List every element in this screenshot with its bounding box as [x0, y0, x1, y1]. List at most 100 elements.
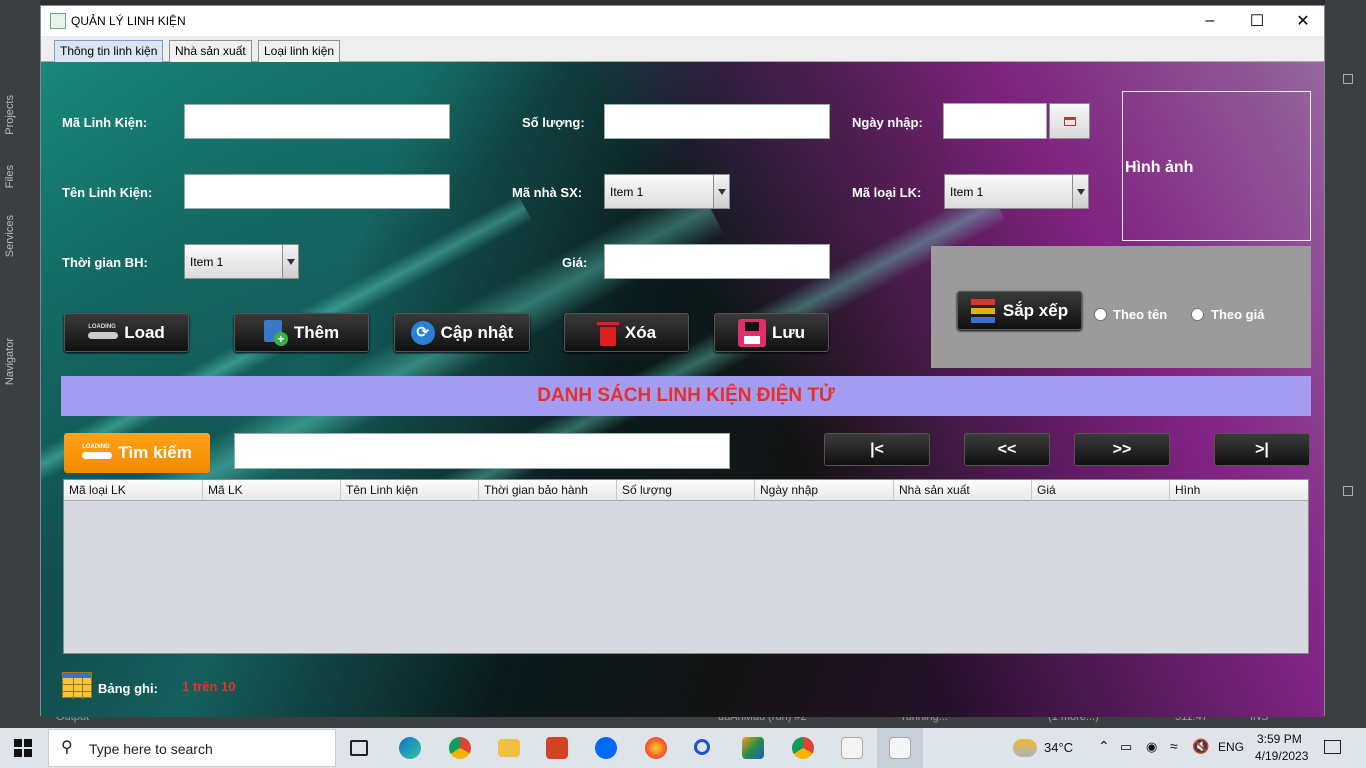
column-header[interactable]: Tên Linh kiện: [341, 480, 479, 501]
java-icon[interactable]: [841, 737, 863, 759]
column-header[interactable]: Mã LK: [203, 480, 341, 501]
cap-nhat-button[interactable]: ⟳ Cập nhật: [394, 313, 530, 352]
title-bar: QUẢN LÝ LINH KIỆN – ☐ ✕: [41, 6, 1324, 36]
column-header[interactable]: Nhà sản xuất: [894, 480, 1032, 501]
column-header[interactable]: Số lượng: [617, 480, 755, 501]
loading-icon: LOADING: [88, 324, 119, 342]
records-icon: [62, 672, 92, 699]
task-view-icon[interactable]: [350, 740, 368, 756]
battery-icon[interactable]: ▭: [1120, 739, 1132, 755]
chrome-icon[interactable]: [449, 737, 471, 759]
maximize-button[interactable]: ☐: [1234, 6, 1280, 36]
column-header[interactable]: Ngày nhập: [755, 480, 894, 501]
so-luong-field[interactable]: [604, 104, 830, 139]
load-button[interactable]: LOADING Load: [64, 313, 189, 352]
next-page-button[interactable]: >>: [1074, 433, 1170, 466]
update-icon: ⟳: [410, 320, 435, 345]
clock-time[interactable]: 3:59 PM: [1257, 732, 1302, 746]
search-placeholder: Type here to search: [89, 741, 213, 757]
tab-nha-san-xuat[interactable]: Nhà sản xuất: [169, 40, 252, 62]
gia-field[interactable]: [604, 244, 830, 279]
language-indicator[interactable]: ENG: [1218, 740, 1244, 754]
ma-nsx-select[interactable]: Item 1: [604, 174, 730, 209]
loading-tag: LOADING: [82, 444, 110, 450]
tab-loai-linh-kien[interactable]: Loại linh kiện: [258, 40, 341, 62]
tim-kiem-label: Tìm kiếm: [118, 443, 192, 462]
them-button[interactable]: + Thêm: [234, 313, 369, 352]
ide-restore-icon[interactable]: [1343, 486, 1353, 496]
image-label: Hình ảnh: [1125, 159, 1194, 176]
file-explorer-icon[interactable]: [498, 739, 520, 757]
ide-restore-icon[interactable]: [1343, 74, 1353, 84]
ide-services-tab[interactable]: Services: [4, 215, 16, 257]
ngay-nhap-field[interactable]: [943, 103, 1047, 139]
zalo-icon[interactable]: [595, 737, 617, 759]
netbeans-icon[interactable]: [742, 737, 764, 759]
ide-projects-tab[interactable]: Projects: [4, 95, 16, 135]
ma-lk-field[interactable]: [184, 104, 450, 139]
sap-xep-label: Sắp xếp: [1002, 300, 1069, 320]
components-table[interactable]: Mã loại LK Mã LK Tên Linh kiện Thời gian…: [63, 479, 1309, 654]
them-label: Thêm: [293, 322, 340, 342]
ten-lk-field[interactable]: [184, 174, 450, 209]
column-header[interactable]: Giá: [1032, 480, 1170, 501]
thoi-gian-bh-value: Item 1: [190, 255, 224, 269]
ngay-nhap-label: Ngày nhập:: [852, 115, 923, 130]
thoi-gian-bh-select[interactable]: Item 1: [184, 244, 299, 279]
first-page-button[interactable]: |<: [824, 433, 930, 466]
chevron-down-icon: [282, 245, 298, 278]
xoa-label: Xóa: [624, 322, 657, 342]
window-title: QUẢN LÝ LINH KIỆN: [71, 14, 186, 28]
theo-ten-label[interactable]: Theo tên: [1113, 307, 1167, 322]
xoa-button[interactable]: Xóa: [564, 313, 689, 352]
sap-xep-button[interactable]: Sắp xếp: [957, 291, 1082, 330]
search-icon: ⚲: [61, 739, 73, 756]
webcam-icon[interactable]: ◉: [1146, 739, 1157, 755]
luu-button[interactable]: Lưu: [714, 313, 829, 352]
last-page-button[interactable]: >|: [1214, 433, 1310, 466]
ma-loai-label: Mã loại LK:: [852, 185, 922, 200]
theo-gia-label[interactable]: Theo giá: [1211, 307, 1264, 322]
calendar-icon: [1064, 117, 1076, 126]
ma-nsx-label: Mã nhà SX:: [512, 185, 583, 200]
ide-left-toolbar: Projects Files Services Navigator: [0, 0, 40, 728]
search-input[interactable]: [234, 433, 730, 469]
weather-temp[interactable]: 34°C: [1044, 740, 1073, 755]
column-header[interactable]: Hình: [1170, 480, 1308, 501]
speaker-mute-icon[interactable]: 🔇: [1192, 738, 1209, 755]
luu-label: Lưu: [771, 322, 806, 342]
save-icon: [737, 318, 766, 347]
minimize-button[interactable]: –: [1187, 6, 1233, 36]
theo-gia-radio[interactable]: [1191, 308, 1204, 321]
powerpoint-icon[interactable]: [546, 737, 568, 759]
taskbar-search[interactable]: ⚲ Type here to search: [48, 729, 336, 767]
tab-thong-tin-linh-kien[interactable]: Thông tin linh kiện: [54, 40, 164, 62]
prev-page-button[interactable]: <<: [964, 433, 1050, 466]
tim-kiem-button[interactable]: LOADING Tìm kiếm: [64, 433, 210, 473]
chrome-profile-icon[interactable]: [792, 737, 814, 759]
close-button[interactable]: ✕: [1280, 6, 1326, 36]
image-box[interactable]: Hình ảnh: [1122, 91, 1311, 241]
ma-nsx-value: Item 1: [610, 185, 644, 199]
column-header[interactable]: Thời gian bảo hành: [479, 480, 617, 501]
notification-icon[interactable]: [1324, 740, 1341, 754]
weather-icon[interactable]: [1013, 739, 1037, 757]
firefox-icon[interactable]: [645, 737, 667, 759]
edge-icon[interactable]: [399, 737, 421, 759]
ide-navigator-tab[interactable]: Navigator: [4, 338, 16, 385]
ma-loai-select[interactable]: Item 1: [944, 174, 1089, 209]
clock-date[interactable]: 4/19/2023: [1255, 749, 1308, 763]
windows-start-icon[interactable]: [14, 739, 32, 757]
calendar-button[interactable]: [1049, 103, 1090, 139]
search-app-icon[interactable]: [694, 739, 710, 755]
active-java-task[interactable]: [877, 728, 923, 768]
theo-ten-radio[interactable]: [1094, 308, 1107, 321]
ide-files-tab[interactable]: Files: [4, 165, 16, 188]
column-header[interactable]: Mã loại LK: [64, 480, 203, 501]
app-window: QUẢN LÝ LINH KIỆN – ☐ ✕ Thông tin linh k…: [40, 5, 1325, 717]
chevron-up-icon[interactable]: ⌃: [1098, 738, 1110, 755]
sort-panel: Sắp xếp Theo tên Theo giá: [931, 246, 1311, 368]
loading-icon: LOADING: [82, 444, 113, 462]
wifi-icon[interactable]: ≈: [1170, 738, 1178, 754]
ma-lk-label: Mã Linh Kiện:: [62, 115, 148, 130]
